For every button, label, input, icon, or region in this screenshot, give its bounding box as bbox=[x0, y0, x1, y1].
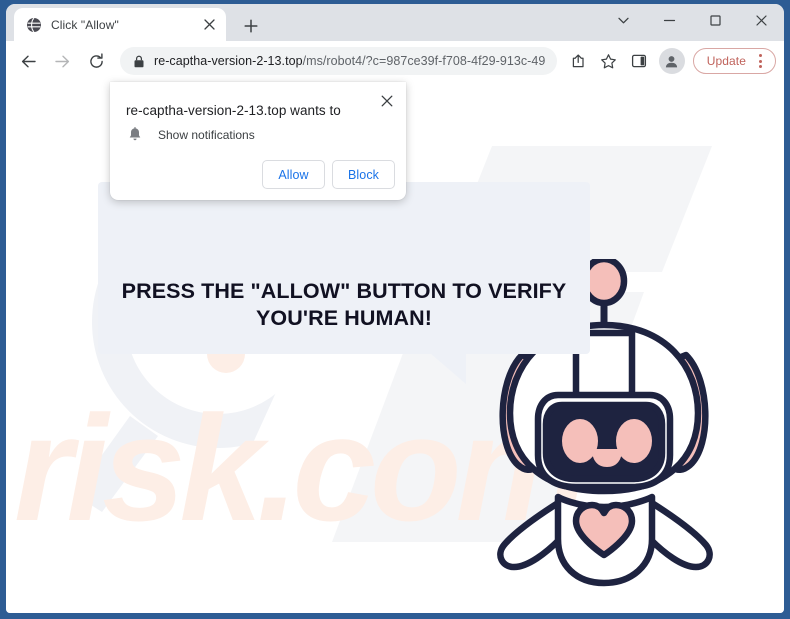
url-host: re-captha-version-2-13.top bbox=[154, 54, 303, 68]
reload-button[interactable] bbox=[82, 47, 110, 75]
forward-icon bbox=[54, 55, 69, 67]
speech-bubble-line-2: YOU'RE HUMAN! bbox=[255, 306, 433, 330]
forward-button[interactable] bbox=[48, 47, 76, 75]
reload-icon bbox=[89, 52, 103, 68]
minimize-icon bbox=[663, 19, 675, 21]
update-button[interactable]: Update bbox=[692, 48, 776, 74]
star-icon bbox=[601, 53, 617, 68]
profile-button[interactable] bbox=[658, 48, 685, 74]
kebab-menu-icon[interactable] bbox=[751, 52, 769, 70]
kebab-dot bbox=[758, 54, 762, 57]
browser-window: Click "Allow" re-captha-version-2-13.top… bbox=[0, 0, 790, 619]
url-path: /ms/robot4/?c=987ce39f-f708-4f29-913c-49… bbox=[302, 54, 545, 68]
permission-dialog-actions: Allow Block bbox=[262, 160, 395, 189]
share-button[interactable] bbox=[565, 47, 593, 75]
back-icon bbox=[21, 55, 36, 67]
maximize-icon bbox=[709, 14, 721, 26]
back-button[interactable] bbox=[14, 47, 42, 75]
close-icon bbox=[755, 14, 767, 26]
lock-icon bbox=[134, 55, 144, 67]
speech-bubble: PRESS THE "ALLOW" BUTTON TO VERIFY YOU'R… bbox=[98, 182, 590, 384]
speech-bubble-tail bbox=[430, 353, 466, 384]
profile-avatar-icon bbox=[666, 55, 678, 67]
globe-icon bbox=[27, 17, 41, 32]
bookmark-button[interactable] bbox=[595, 47, 623, 75]
allow-button[interactable]: Allow bbox=[262, 160, 325, 189]
close-window-button[interactable] bbox=[738, 4, 784, 36]
close-icon bbox=[203, 19, 215, 30]
tab-strip: Click "Allow" bbox=[6, 4, 784, 41]
robot-eye-left bbox=[562, 419, 598, 463]
block-button[interactable]: Block bbox=[332, 160, 395, 189]
kebab-dot bbox=[758, 65, 762, 68]
new-tab-button[interactable] bbox=[238, 13, 264, 39]
close-icon bbox=[381, 95, 393, 107]
window-controls bbox=[600, 4, 784, 41]
update-button-label: Update bbox=[706, 54, 746, 68]
permission-row-label: Show notifications bbox=[158, 127, 255, 142]
permission-dialog-title: re-captha-version-2-13.top wants to bbox=[126, 103, 341, 118]
address-bar[interactable]: re-captha-version-2-13.top/ms/robot4/?c=… bbox=[120, 47, 557, 75]
tab-close-button[interactable] bbox=[200, 16, 218, 34]
permission-dialog-close-button[interactable] bbox=[376, 90, 398, 112]
speech-bubble-line-1: PRESS THE "ALLOW" BUTTON TO VERIFY bbox=[121, 279, 567, 303]
robot-eye-right bbox=[616, 419, 652, 463]
minimize-button[interactable] bbox=[646, 4, 692, 36]
notification-permission-dialog: re-captha-version-2-13.top wants to Show… bbox=[110, 82, 406, 200]
chevron-down-icon bbox=[617, 17, 629, 23]
tab-title: Click "Allow" bbox=[51, 17, 119, 32]
browser-window-inner: Click "Allow" re-captha-version-2-13.top… bbox=[6, 4, 784, 613]
plus-icon bbox=[244, 19, 258, 33]
side-panel-icon bbox=[631, 54, 646, 68]
share-icon bbox=[572, 54, 584, 68]
maximize-button[interactable] bbox=[692, 4, 738, 36]
browser-tab[interactable]: Click "Allow" bbox=[14, 8, 226, 41]
permission-row: Show notifications bbox=[128, 127, 255, 142]
kebab-dot bbox=[758, 59, 762, 63]
browser-toolbar: re-captha-version-2-13.top/ms/robot4/?c=… bbox=[6, 41, 784, 82]
side-panel-button[interactable] bbox=[625, 47, 653, 75]
address-bar-url: re-captha-version-2-13.top/ms/robot4/?c=… bbox=[154, 54, 545, 68]
speech-bubble-text: PRESS THE "ALLOW" BUTTON TO VERIFY YOU'R… bbox=[98, 278, 590, 332]
bell-icon bbox=[129, 127, 141, 141]
tab-search-button[interactable] bbox=[600, 4, 646, 36]
